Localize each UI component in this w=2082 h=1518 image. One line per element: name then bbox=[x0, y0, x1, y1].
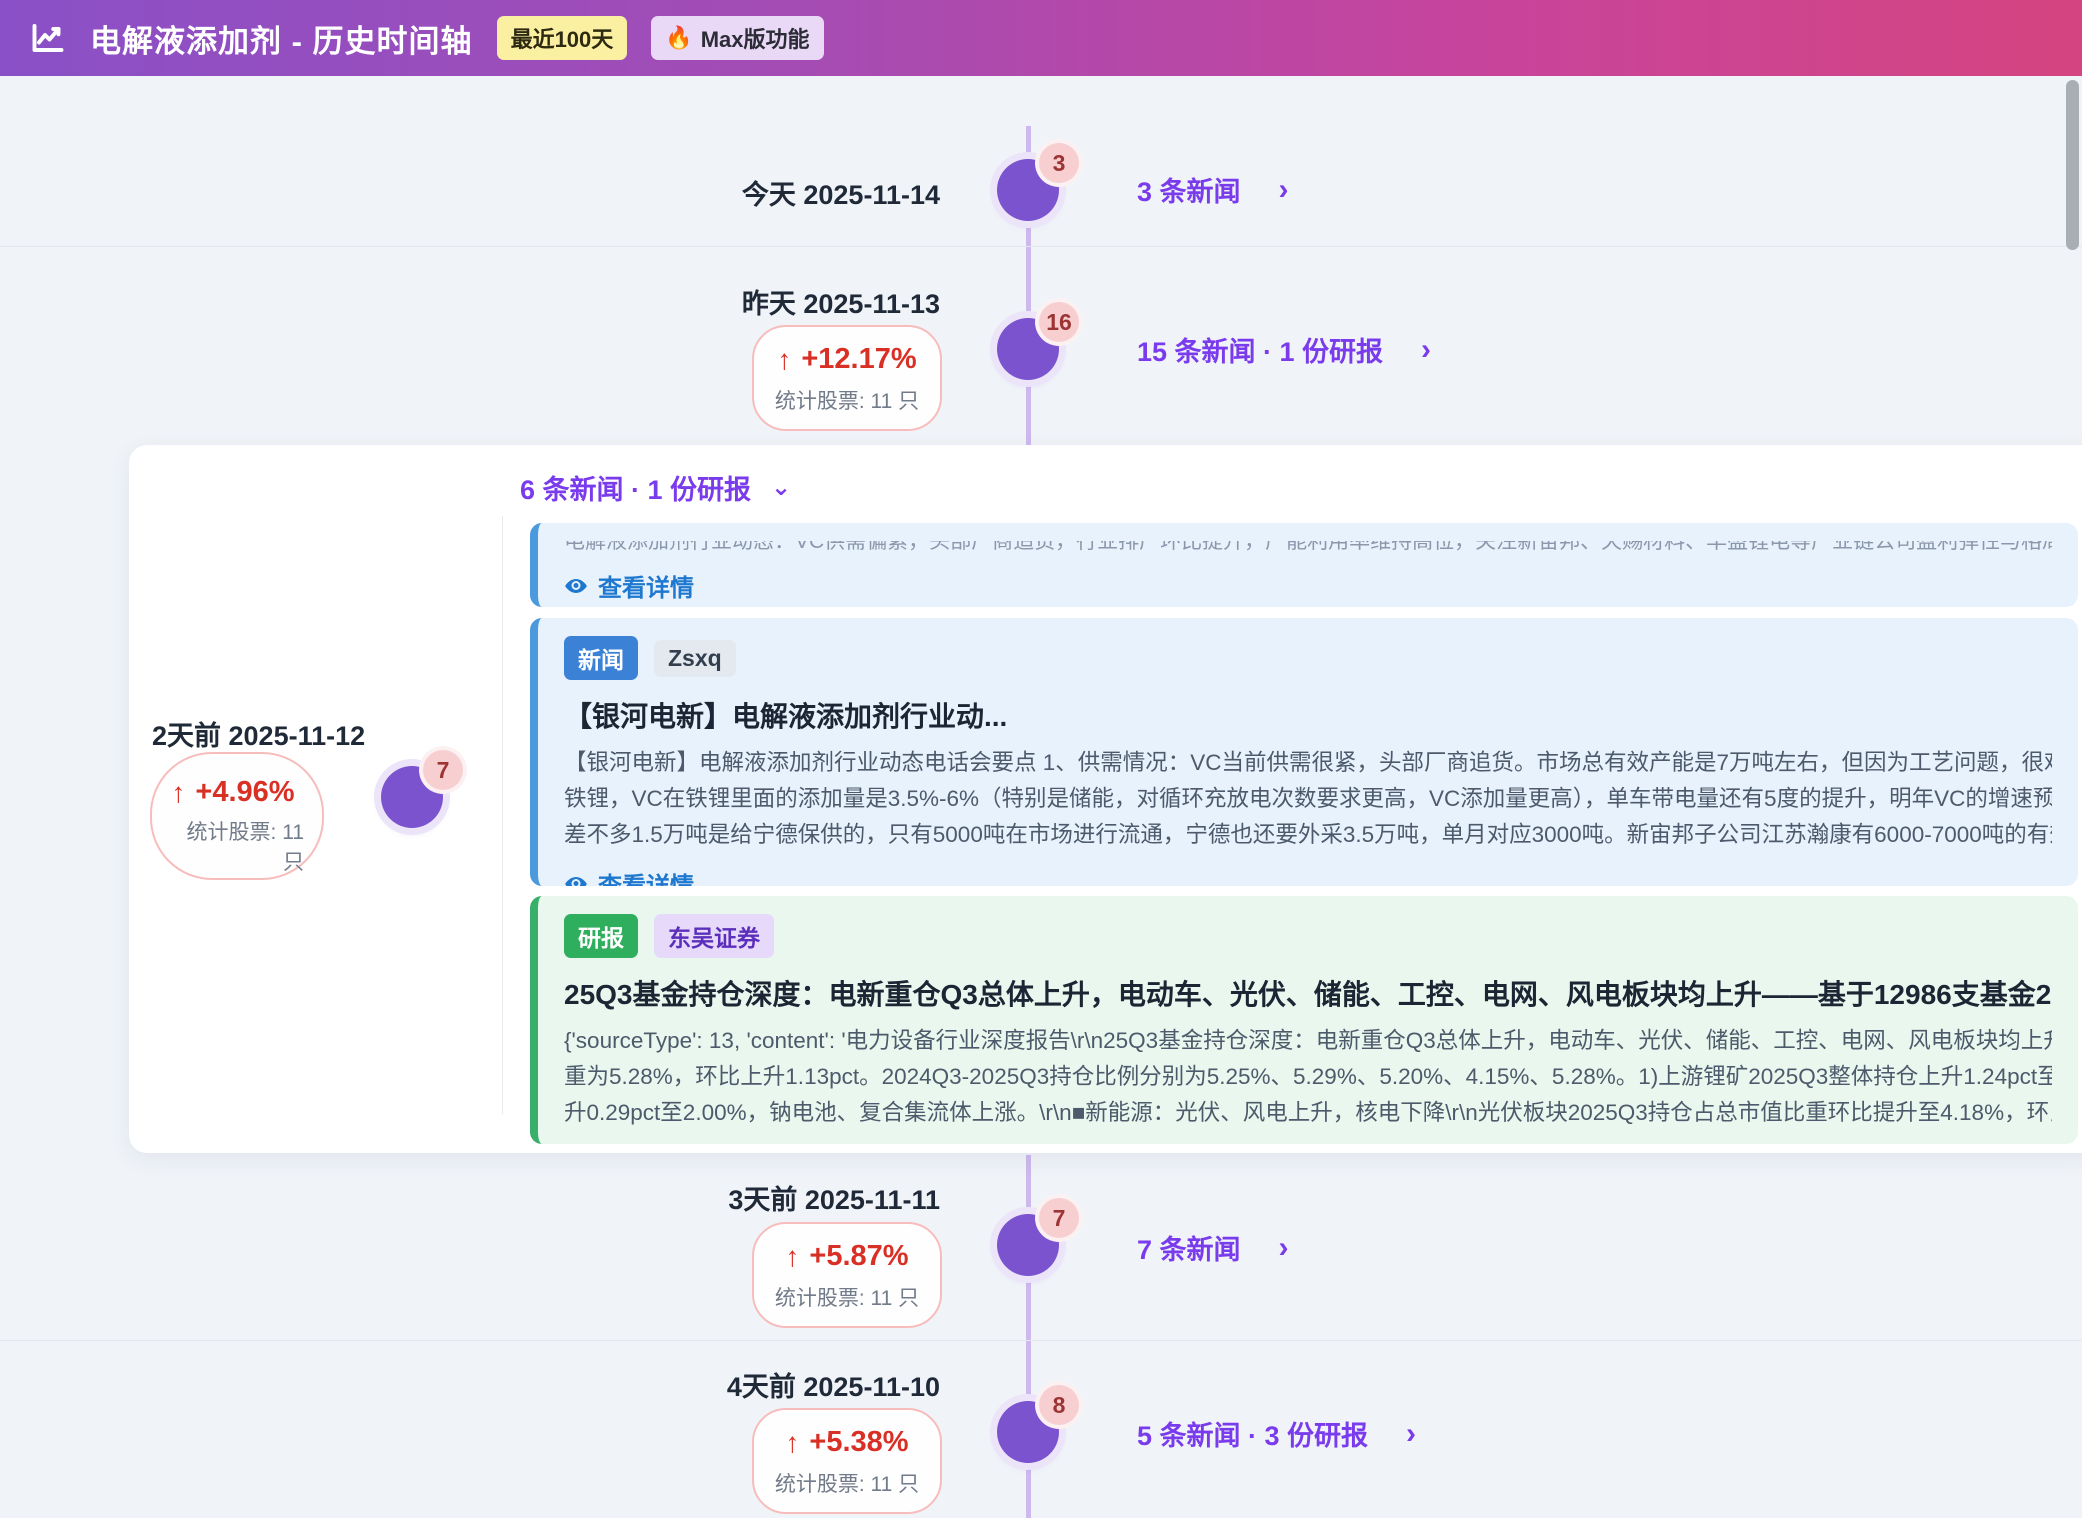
change-percent: +12.17% bbox=[801, 343, 916, 376]
body-line: {'sourceType': 13, 'content': '电力设备行业深度报… bbox=[564, 1023, 2052, 1059]
timeline-node-today[interactable]: 3 bbox=[997, 159, 1059, 221]
news-title[interactable]: 【银河电新】电解液添加剂行业动... bbox=[564, 695, 2052, 735]
news-type-badge: 新闻 bbox=[564, 636, 638, 680]
change-percent: +5.87% bbox=[809, 1240, 908, 1273]
node-count-badge: 16 bbox=[1039, 302, 1079, 342]
card-badges: 研报 东吴证券 bbox=[564, 914, 2052, 958]
summary-text: 3 条新闻 bbox=[1137, 170, 1241, 209]
entry-date-3days: 3天前 2025-11-11 bbox=[728, 1178, 940, 1217]
node-count-badge: 8 bbox=[1039, 1385, 1079, 1425]
eye-icon bbox=[564, 872, 588, 887]
entry-summary-link-today[interactable]: 3 条新闻 › bbox=[1137, 170, 1289, 209]
change-pill-2days: ↑ +4.96% 统计股票: 11 只 bbox=[150, 752, 324, 880]
node-count-badge: 7 bbox=[1039, 1198, 1079, 1238]
flame-icon: 🔥 bbox=[665, 25, 692, 51]
timeline-node-2days[interactable]: 7 bbox=[381, 766, 443, 828]
scrollbar-thumb[interactable] bbox=[2066, 80, 2079, 250]
chevron-right-icon: › bbox=[1279, 173, 1289, 207]
source-tag: 东吴证券 bbox=[654, 914, 774, 958]
body-line: 升0.29pct至2.00%，钠电池、复合集流体上涨。\r\n■新能源：光伏、风… bbox=[564, 1095, 2052, 1131]
change-value: ↑ +12.17% bbox=[764, 343, 930, 376]
timeline-line-lower bbox=[1026, 1155, 1031, 1518]
chevron-right-icon: › bbox=[1421, 333, 1431, 367]
summary-text: 5 条新闻 · 3 份研报 bbox=[1137, 1414, 1368, 1453]
summary-text: 15 条新闻 · 1 份研报 bbox=[1137, 330, 1383, 369]
change-value: ↑ +4.96% bbox=[162, 776, 304, 809]
view-detail-label: 查看详情 bbox=[598, 568, 694, 603]
body-line: 重为5.28%，环比上升1.13pct。2024Q3-2025Q3持仓比例分别为… bbox=[564, 1059, 2052, 1095]
entry-date-4days: 4天前 2025-11-10 bbox=[727, 1365, 940, 1404]
chevron-right-icon: › bbox=[1279, 1231, 1289, 1265]
timeline-node-3days[interactable]: 7 bbox=[997, 1214, 1059, 1276]
chevron-right-icon: › bbox=[1406, 1417, 1416, 1451]
trend-chart-icon bbox=[30, 20, 66, 56]
clipped-text-line: 电解液添加剂行业动态：VC供需偏紧，头部厂商追货，行业排产环比提升，产能利用率维… bbox=[564, 541, 2052, 555]
chevron-down-icon: ⌄ bbox=[771, 473, 791, 502]
up-arrow-icon: ↑ bbox=[777, 344, 791, 376]
change-pill-yesterday: ↑ +12.17% 统计股票: 11 只 bbox=[752, 325, 942, 431]
report-type-badge: 研报 bbox=[564, 914, 638, 958]
view-detail-label: 查看详情 bbox=[598, 866, 694, 886]
node-count-badge: 3 bbox=[1039, 143, 1079, 183]
eye-icon bbox=[564, 574, 588, 598]
page-title: 电解液添加剂 - 历史时间轴 bbox=[90, 16, 473, 61]
entry-date-2days: 2天前 2025-11-12 bbox=[152, 714, 365, 753]
entry-summary-link-yesterday[interactable]: 15 条新闻 · 1 份研报 › bbox=[1137, 330, 1431, 369]
news-card-clipped[interactable]: 电解液添加剂行业动态：VC供需偏紧，头部厂商追货，行业排产环比提升，产能利用率维… bbox=[530, 523, 2078, 607]
change-percent: +4.96% bbox=[195, 776, 294, 809]
row-divider bbox=[0, 246, 2082, 247]
row-divider bbox=[0, 1340, 2082, 1341]
cards-left-divider bbox=[502, 516, 503, 1114]
body-line: 铁锂，VC在铁锂里面的添加量是3.5%-6%（特别是储能，对循环充放电次数要求更… bbox=[564, 781, 2052, 817]
card-badges: 新闻 Zsxq bbox=[564, 636, 2052, 680]
change-percent: +5.38% bbox=[809, 1426, 908, 1459]
entry-summary-link-3days[interactable]: 7 条新闻 › bbox=[1137, 1228, 1289, 1267]
up-arrow-icon: ↑ bbox=[785, 1241, 799, 1273]
app-header: 电解液添加剂 - 历史时间轴 最近100天 🔥 Max版功能 bbox=[0, 0, 2082, 76]
expanded-summary-toggle[interactable]: 6 条新闻 · 1 份研报 ⌄ bbox=[520, 468, 791, 507]
stocks-count: 统计股票: 11 只 bbox=[162, 818, 304, 878]
change-pill-3days: ↑ +5.87% 统计股票: 11 只 bbox=[752, 1222, 942, 1328]
news-card[interactable]: 新闻 Zsxq 【银河电新】电解液添加剂行业动... 【银河电新】电解液添加剂行… bbox=[530, 618, 2078, 886]
expanded-summary-text: 6 条新闻 · 1 份研报 bbox=[520, 468, 751, 507]
node-count-badge: 7 bbox=[423, 750, 463, 790]
view-detail-link[interactable]: 查看详情 bbox=[564, 866, 2052, 886]
max-feature-label: Max版功能 bbox=[701, 22, 810, 54]
report-title[interactable]: 25Q3基金持仓深度：电新重仓Q3总体上升，电动车、光伏、储能、工控、电网、风电… bbox=[564, 973, 2052, 1013]
timeline-node-yesterday[interactable]: 16 bbox=[997, 318, 1059, 380]
report-card[interactable]: 研报 东吴证券 25Q3基金持仓深度：电新重仓Q3总体上升，电动车、光伏、储能、… bbox=[530, 896, 2078, 1144]
body-line: 差不多1.5万吨是给宁德保供的，只有5000吨在市场进行流通，宁德也还要外采3.… bbox=[564, 817, 2052, 853]
change-pill-4days: ↑ +5.38% 统计股票: 11 只 bbox=[752, 1408, 942, 1514]
summary-text: 7 条新闻 bbox=[1137, 1228, 1241, 1267]
change-value: ↑ +5.38% bbox=[764, 1426, 930, 1459]
entry-summary-link-4days[interactable]: 5 条新闻 · 3 份研报 › bbox=[1137, 1414, 1416, 1453]
max-feature-badge: 🔥 Max版功能 bbox=[651, 16, 823, 60]
view-detail-link[interactable]: 查看详情 bbox=[564, 568, 2052, 603]
stocks-count: 统计股票: 11 只 bbox=[764, 1282, 930, 1312]
stocks-count: 统计股票: 11 只 bbox=[764, 385, 930, 415]
up-arrow-icon: ↑ bbox=[785, 1427, 799, 1459]
report-body: {'sourceType': 13, 'content': '电力设备行业深度报… bbox=[564, 1023, 2052, 1131]
range-badge: 最近100天 bbox=[497, 16, 628, 60]
body-line: 【银河电新】电解液添加剂行业动态电话会要点 1、供需情况：VC当前供需很紧，头部… bbox=[564, 745, 2052, 781]
source-tag: Zsxq bbox=[654, 640, 736, 677]
entry-date-today: 今天 2025-11-14 bbox=[742, 173, 940, 212]
change-value: ↑ +5.87% bbox=[764, 1240, 930, 1273]
timeline-node-4days[interactable]: 8 bbox=[997, 1401, 1059, 1463]
entry-date-yesterday: 昨天 2025-11-13 bbox=[742, 282, 940, 321]
stocks-count: 统计股票: 11 只 bbox=[764, 1468, 930, 1498]
timeline-page: 电解液添加剂 - 历史时间轴 最近100天 🔥 Max版功能 今天 2025-1… bbox=[0, 0, 2082, 1518]
news-body: 【银河电新】电解液添加剂行业动态电话会要点 1、供需情况：VC当前供需很紧，头部… bbox=[564, 745, 2052, 853]
up-arrow-icon: ↑ bbox=[171, 777, 185, 809]
